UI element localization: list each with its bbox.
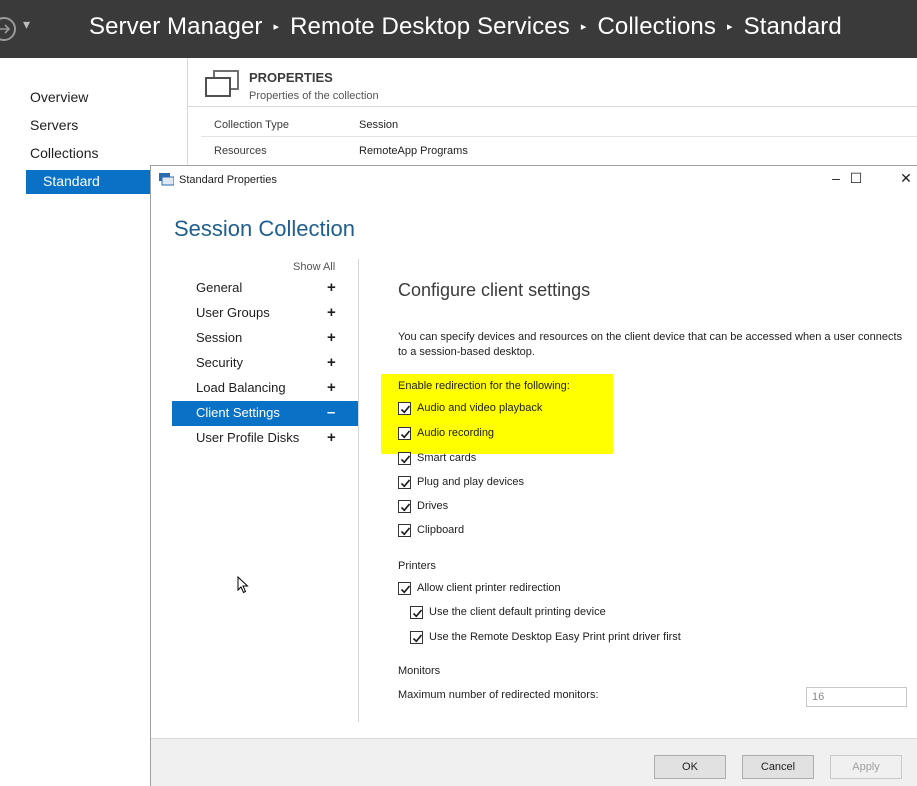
property-value: Session <box>359 119 399 131</box>
server-manager-nav: Overview Servers Collections Standard <box>0 58 150 786</box>
plus-icon: + <box>327 279 336 296</box>
property-key: Collection Type <box>214 119 290 131</box>
properties-tile: PROPERTIES Properties of the collection … <box>187 58 917 168</box>
checkbox-label: Allow client printer redirection <box>417 582 561 594</box>
tab-label: Client Settings <box>196 405 280 420</box>
properties-row-divider <box>201 136 917 137</box>
checkbox-checked-icon <box>410 631 423 644</box>
checkbox-label: Clipboard <box>417 524 465 536</box>
cancel-button[interactable]: Cancel <box>742 755 814 779</box>
nav-item-overview[interactable]: Overview <box>30 89 88 105</box>
tab-general[interactable]: General + <box>172 276 358 301</box>
nav-item-standard[interactable]: Standard <box>26 170 150 194</box>
checkbox-checked-icon <box>398 582 411 595</box>
breadcrumb-standard[interactable]: Standard <box>744 13 842 40</box>
ok-button[interactable]: OK <box>654 755 726 779</box>
printers-label: Printers <box>398 560 436 572</box>
checkbox-label: Use the client default printing device <box>429 606 606 618</box>
property-value: RemoteApp Programs <box>359 145 468 157</box>
breadcrumb-collections[interactable]: Collections <box>597 13 716 40</box>
nav-item-collections[interactable]: Collections <box>30 145 98 161</box>
apply-button[interactable]: Apply <box>830 755 902 779</box>
properties-divider <box>188 106 917 107</box>
dropdown-arrow-icon[interactable]: ▾ <box>23 16 30 33</box>
checkbox-label: Audio recording <box>417 427 495 439</box>
breadcrumb-separator-icon: ▸ <box>726 21 733 33</box>
dialog-heading: Session Collection <box>174 216 355 241</box>
remote-desktop-app-icon <box>159 173 174 186</box>
max-monitors-input[interactable]: 16 <box>806 687 907 707</box>
plus-icon: + <box>327 379 336 396</box>
show-all-link[interactable]: Show All <box>293 261 335 273</box>
checkbox-label: Audio and video playback <box>417 402 543 414</box>
properties-subtitle: Properties of the collection <box>249 90 379 102</box>
tab-label: Load Balancing <box>196 380 286 395</box>
tab-label: Session <box>196 330 243 345</box>
tab-session[interactable]: Session + <box>172 326 358 351</box>
checkbox-checked-icon <box>398 452 411 465</box>
properties-title: PROPERTIES <box>249 70 333 85</box>
mouse-pointer-icon <box>237 576 249 594</box>
max-monitors-label: Maximum number of redirected monitors: <box>398 689 599 701</box>
content-description: You can specify devices and resources on… <box>398 331 903 358</box>
tab-label: User Profile Disks <box>196 430 300 445</box>
content-heading: Configure client settings <box>398 280 591 300</box>
checkbox-checked-icon <box>398 500 411 513</box>
maximize-button[interactable]: ☐ <box>844 170 868 190</box>
tab-label: User Groups <box>196 305 270 320</box>
tab-user-groups[interactable]: User Groups + <box>172 301 358 326</box>
plus-icon: + <box>327 354 336 371</box>
server-manager-titlebar: ▾ Server Manager ▸ Remote Desktop Services… <box>0 0 917 58</box>
minus-icon: – <box>327 404 336 421</box>
breadcrumb-remote-desktop-services[interactable]: Remote Desktop Services <box>290 13 570 40</box>
tab-security[interactable]: Security + <box>172 351 358 376</box>
checkbox-checked-icon <box>398 402 411 415</box>
dialog-titlebar[interactable]: Standard Properties – ☐ ✕ <box>151 166 917 196</box>
tab-label: General <box>196 280 243 295</box>
redirection-label: Enable redirection for the following: <box>398 380 570 392</box>
back-arrow-icon[interactable] <box>0 17 16 41</box>
breadcrumb-server-manager[interactable]: Server Manager <box>89 13 262 40</box>
plus-icon: + <box>327 304 336 321</box>
dialog-title: Standard Properties <box>179 174 277 186</box>
properties-icon <box>205 70 239 98</box>
breadcrumb-separator-icon: ▸ <box>273 21 280 33</box>
breadcrumb-separator-icon: ▸ <box>580 21 587 33</box>
vertical-divider <box>358 259 359 722</box>
nav-item-servers[interactable]: Servers <box>30 117 78 133</box>
checkbox-checked-icon <box>398 476 411 489</box>
checkbox-label: Use the Remote Desktop Easy Print print … <box>429 631 681 643</box>
checkbox-label: Smart cards <box>417 452 477 464</box>
tab-client-settings[interactable]: Client Settings – <box>172 401 358 426</box>
breadcrumb: Server Manager ▸ Remote Desktop Services ▸ C… <box>89 13 842 41</box>
checkbox-checked-icon <box>398 524 411 537</box>
tab-label: Security <box>196 355 243 370</box>
dialog-footer: OK Cancel Apply <box>151 738 917 786</box>
checkbox-label: Drives <box>417 500 449 512</box>
property-key: Resources <box>214 145 267 157</box>
standard-properties-dialog: Standard Properties – ☐ ✕ Session Collec… <box>150 165 917 786</box>
checkbox-checked-icon <box>410 606 423 619</box>
plus-icon: + <box>327 429 336 446</box>
tab-load-balancing[interactable]: Load Balancing + <box>172 376 358 401</box>
tab-user-profile-disks[interactable]: User Profile Disks + <box>172 426 358 451</box>
monitors-label: Monitors <box>398 665 441 677</box>
checkbox-label: Plug and play devices <box>417 476 525 488</box>
plus-icon: + <box>327 329 336 346</box>
checkbox-checked-icon <box>398 427 411 440</box>
close-button[interactable]: ✕ <box>894 170 917 190</box>
